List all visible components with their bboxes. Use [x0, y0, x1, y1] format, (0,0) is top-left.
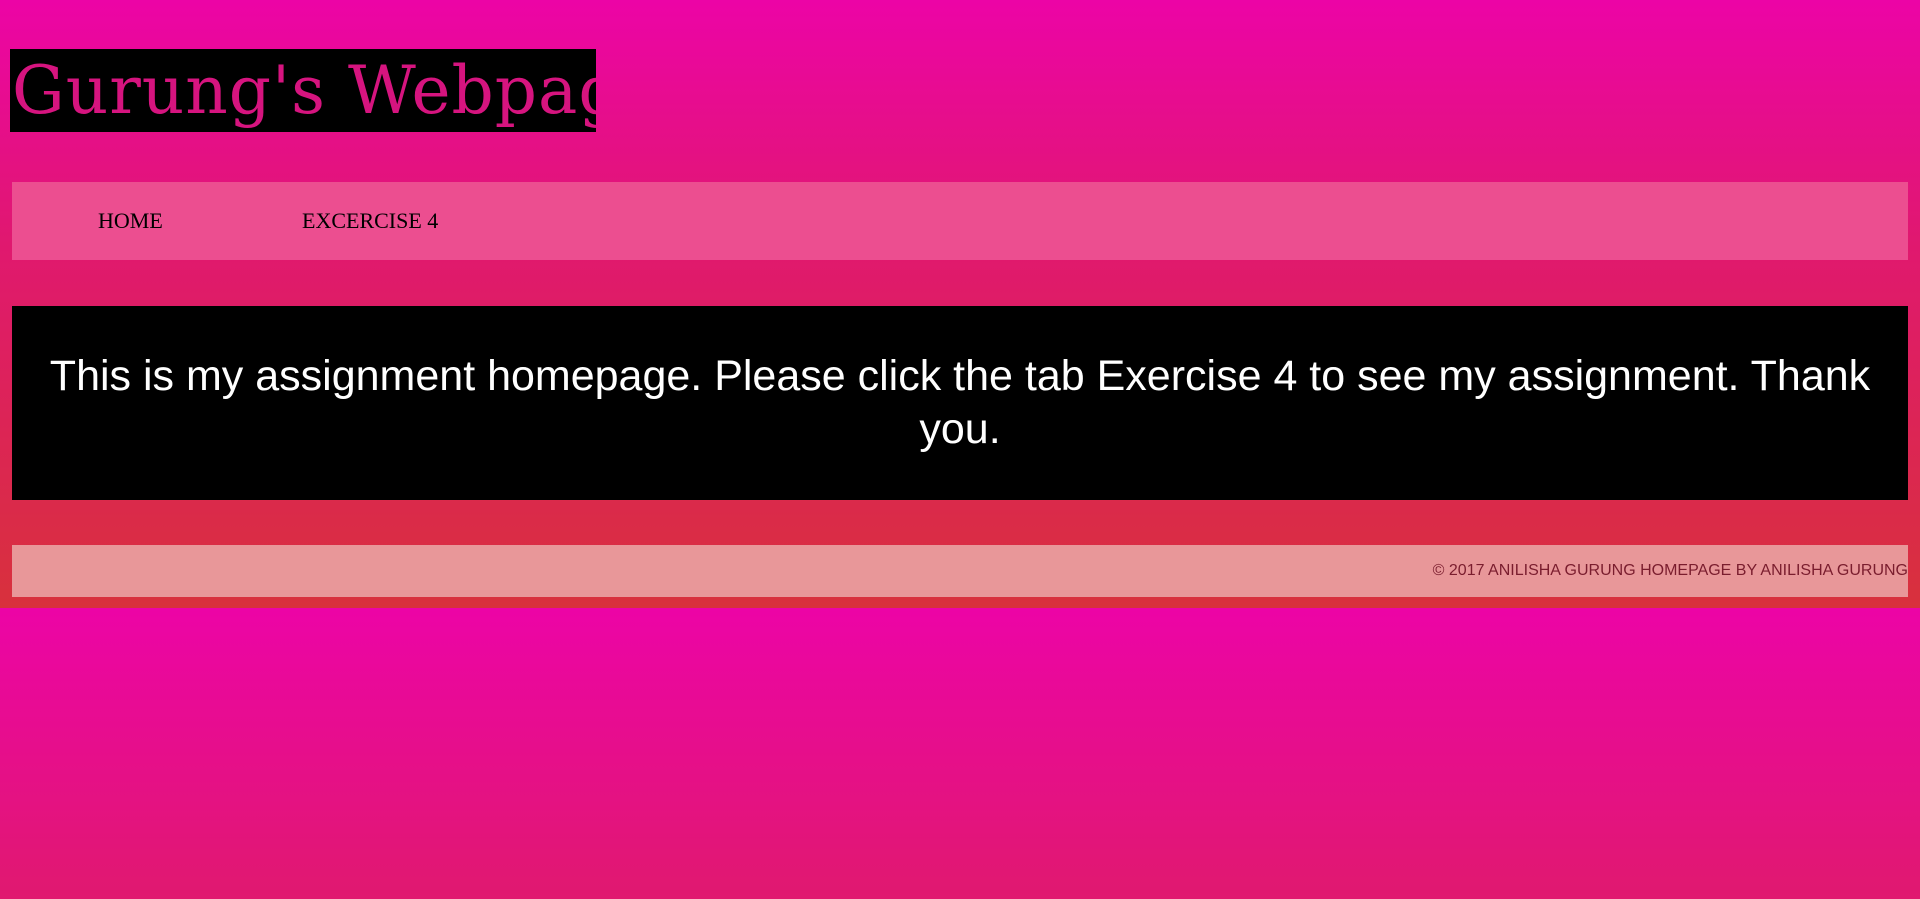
nav-item-home[interactable]: HOME — [98, 182, 163, 260]
nav-bar: HOME EXCERCISE 4 — [12, 182, 1908, 260]
footer-copyright: © 2017 ANILISHA GURUNG HOMEPAGE BY ANILI… — [1432, 562, 1908, 579]
site-title: Gurung's Webpage — [10, 49, 596, 132]
content-box: This is my assignment homepage. Please c… — [12, 306, 1908, 500]
welcome-message: This is my assignment homepage. Please c… — [49, 352, 1871, 453]
footer-bar: © 2017 ANILISHA GURUNG HOMEPAGE BY ANILI… — [12, 545, 1908, 597]
page-background-bottom — [0, 608, 1920, 899]
nav-item-exercise-4[interactable]: EXCERCISE 4 — [302, 182, 438, 260]
